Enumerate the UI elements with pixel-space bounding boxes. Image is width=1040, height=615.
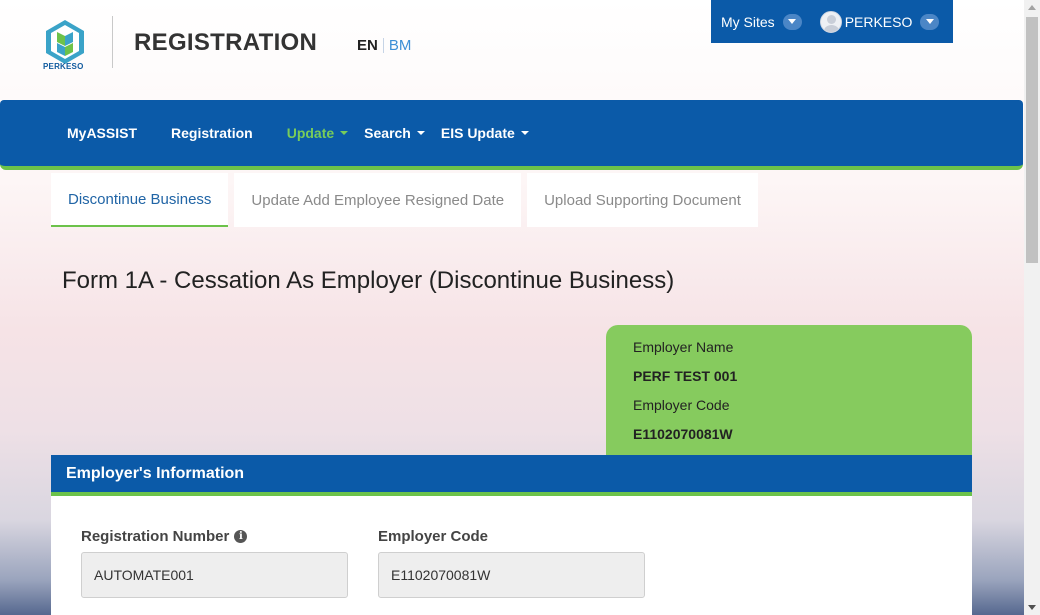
nav-label: EIS Update [440, 125, 515, 141]
sub-tabs: Discontinue Business Update Add Employee… [51, 173, 764, 227]
main-nav: MyASSIST Registration Update Search EIS … [0, 100, 1023, 170]
employer-code-value: E1102070081W [633, 426, 733, 442]
chevron-down-icon [782, 13, 802, 30]
nav-item-search[interactable]: Search [364, 125, 425, 141]
employer-code-field: Employer Code [378, 528, 645, 598]
caret-down-icon [340, 131, 349, 135]
lang-en-link[interactable]: EN [357, 37, 378, 54]
vertical-scrollbar[interactable] [1024, 0, 1040, 615]
logo-text: PERKESO [43, 62, 84, 71]
field-label-text: Registration Number [81, 528, 230, 545]
top-bar: My Sites PERKESO [711, 0, 953, 43]
scroll-down-arrow-icon[interactable] [1028, 605, 1036, 610]
nav-label: Registration [171, 125, 253, 141]
employer-code-label: Employer Code [633, 397, 730, 413]
nav-item-registration[interactable]: Registration [171, 125, 253, 141]
my-sites-dropdown[interactable]: My Sites [721, 13, 802, 30]
nav-label: MyASSIST [67, 125, 138, 141]
employer-name-label: Employer Name [633, 339, 734, 355]
nav-item-myassist[interactable]: MyASSIST [67, 125, 137, 141]
registration-number-label: Registration Number i [81, 528, 348, 545]
registration-number-input[interactable] [81, 552, 348, 598]
employer-code-input[interactable] [378, 552, 645, 598]
page: PERKESO REGISTRATION EN BM My Sites PERK… [0, 0, 1024, 615]
caret-down-icon [416, 131, 425, 135]
app-title: REGISTRATION [134, 29, 318, 56]
scroll-up-arrow-icon[interactable] [1028, 5, 1036, 10]
info-icon[interactable]: i [234, 530, 248, 543]
nav-label: Search [364, 125, 411, 141]
tab-discontinue-business[interactable]: Discontinue Business [51, 173, 229, 227]
registration-number-field: Registration Number i [81, 528, 348, 598]
lang-separator [382, 38, 384, 53]
tab-update-add-employee-resigned-date[interactable]: Update Add Employee Resigned Date [234, 173, 522, 227]
tab-upload-supporting-document[interactable]: Upload Supporting Document [527, 173, 758, 227]
employer-name-value: PERF TEST 001 [633, 368, 738, 384]
section-body: Registration Number i Employer Code [51, 496, 972, 615]
nav-item-eis-update[interactable]: EIS Update [441, 125, 529, 141]
caret-down-icon [520, 131, 529, 135]
employer-summary-card: Employer Name PERF TEST 001 Employer Cod… [606, 325, 972, 455]
language-switcher: EN BM [357, 37, 411, 54]
field-label-text: Employer Code [378, 528, 489, 545]
nav-label: Update [286, 125, 335, 141]
my-sites-label: My Sites [721, 13, 775, 30]
employer-code-field-label: Employer Code [378, 528, 645, 545]
chevron-down-icon [920, 13, 940, 30]
user-avatar-icon [819, 10, 842, 33]
page-title: Form 1A - Cessation As Employer (Discont… [62, 267, 675, 294]
user-name: PERKESO [844, 13, 913, 30]
scrollbar-thumb[interactable] [1026, 17, 1038, 263]
lang-bm-link[interactable]: BM [389, 37, 412, 54]
section-header: Employer's Information [51, 455, 972, 496]
nav-item-update[interactable]: Update [286, 125, 349, 141]
header-divider [112, 16, 113, 68]
user-menu-dropdown[interactable]: PERKESO [819, 10, 940, 33]
